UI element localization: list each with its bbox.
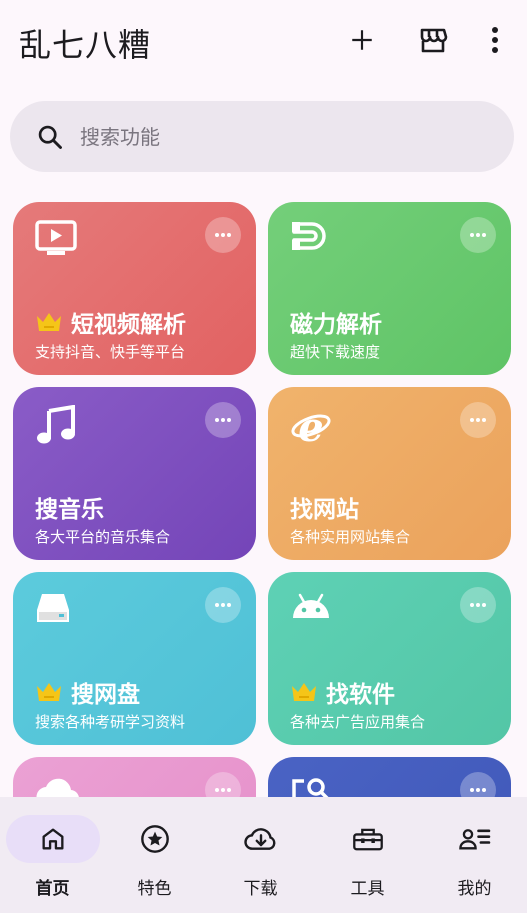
more-horiz-icon	[470, 233, 486, 237]
card-more-button[interactable]	[460, 217, 496, 253]
nav-active-indicator	[5, 815, 100, 863]
card-more-button[interactable]	[205, 402, 241, 438]
nav-label: 工具	[350, 879, 385, 899]
more-horiz-icon	[215, 418, 231, 422]
image-search-icon	[290, 775, 330, 797]
card-short-video-parse[interactable]: 短视频解析 支持抖音、快手等平台	[13, 202, 256, 375]
card-search-music[interactable]: 搜音乐 各大平台的音乐集合	[13, 387, 256, 560]
card-title: 搜音乐	[35, 490, 104, 524]
card-image-search[interactable]	[268, 757, 511, 797]
card-more-button[interactable]	[460, 587, 496, 623]
card-subtitle: 搜索各种考研学习资料	[35, 713, 186, 731]
store-icon	[420, 28, 448, 53]
nav-label: 特色	[137, 879, 172, 899]
nav-icon-container	[321, 815, 415, 863]
card-subtitle: 支持抖音、快手等平台	[35, 343, 186, 361]
home-icon	[42, 828, 63, 850]
card-title: 找网站	[290, 490, 359, 524]
more-horiz-icon	[470, 788, 486, 792]
feature-grid: 短视频解析 支持抖音、快手等平台 磁力解析 超快下载速度 搜音乐 各大平台的音乐…	[0, 200, 527, 797]
crown-icon	[35, 681, 63, 703]
store-button[interactable]	[415, 22, 451, 58]
card-title-text: 搜音乐	[35, 497, 104, 523]
drive-icon	[35, 590, 71, 630]
card-more-button[interactable]	[205, 587, 241, 623]
card-title: 短视频解析	[35, 305, 186, 339]
app-title: 乱七八糟	[19, 26, 152, 64]
card-title: 磁力解析	[290, 305, 382, 339]
card-subtitle: 各大平台的音乐集合	[35, 528, 171, 546]
svg-text:e: e	[298, 405, 323, 447]
nav-item-home[interactable]: 首页	[0, 797, 105, 913]
profile-list-icon	[458, 829, 490, 850]
more-vert-icon	[492, 27, 498, 53]
card-title-text: 搜网盘	[71, 682, 140, 708]
search-bar[interactable]	[10, 101, 514, 172]
more-horiz-icon	[215, 603, 231, 607]
top-app-bar: 乱七八糟	[0, 0, 527, 82]
card-title: 找软件	[290, 675, 395, 709]
card-title: 搜网盘	[35, 675, 140, 709]
card-more-button[interactable]	[205, 217, 241, 253]
card-search-netdisk[interactable]: 搜网盘 搜索各种考研学习资料	[13, 572, 256, 745]
nav-icon-container	[214, 815, 308, 863]
card-title-text: 找网站	[290, 497, 359, 523]
card-subtitle: 超快下载速度	[290, 343, 381, 361]
card-more-button[interactable]	[205, 772, 241, 797]
more-options-button[interactable]	[477, 22, 513, 58]
search-input[interactable]	[80, 117, 480, 157]
card-title-text: 找软件	[326, 682, 395, 708]
card-more-button[interactable]	[460, 772, 496, 797]
music-note-icon	[35, 404, 77, 449]
more-horiz-icon	[470, 418, 486, 422]
cloud-icon	[35, 775, 81, 797]
card-find-websites[interactable]: e 找网站 各种实用网站集合	[268, 387, 511, 560]
nav-item-mine[interactable]: 我的	[422, 797, 527, 913]
search-icon	[38, 125, 62, 149]
nav-item-featured[interactable]: 特色	[102, 797, 207, 913]
card-subtitle: 各种去广告应用集合	[290, 713, 426, 731]
add-icon	[352, 30, 372, 50]
browser-e-icon: e	[290, 404, 332, 451]
tv-play-icon	[35, 220, 77, 260]
nav-item-download[interactable]: 下载	[208, 797, 313, 913]
more-horiz-icon	[470, 603, 486, 607]
card-find-software[interactable]: 找软件 各种去广告应用集合	[268, 572, 511, 745]
card-magnet-parse[interactable]: 磁力解析 超快下载速度	[268, 202, 511, 375]
nav-item-tools[interactable]: 工具	[315, 797, 420, 913]
more-horiz-icon	[215, 233, 231, 237]
card-subtitle: 各种实用网站集合	[290, 528, 411, 546]
nav-label: 首页	[35, 879, 70, 899]
magnet-icon	[290, 220, 330, 260]
nav-icon-container	[428, 815, 522, 863]
nav-icon-container	[108, 815, 202, 863]
crown-icon	[290, 681, 318, 703]
nav-label: 我的	[457, 879, 492, 899]
card-more-button[interactable]	[460, 402, 496, 438]
card-title-text: 短视频解析	[71, 312, 186, 338]
toolbox-icon	[352, 828, 383, 851]
more-horiz-icon	[215, 788, 231, 792]
star-badge-icon	[140, 825, 169, 853]
card-title-text: 磁力解析	[290, 312, 382, 338]
crown-icon	[35, 311, 63, 333]
add-button[interactable]	[344, 22, 380, 58]
nav-label: 下载	[243, 879, 278, 899]
card-cloud[interactable]	[13, 757, 256, 797]
android-icon	[290, 590, 332, 626]
cloud-download-icon	[243, 828, 275, 850]
bottom-navigation: 首页 特色 下载 工具 我的	[0, 797, 527, 913]
